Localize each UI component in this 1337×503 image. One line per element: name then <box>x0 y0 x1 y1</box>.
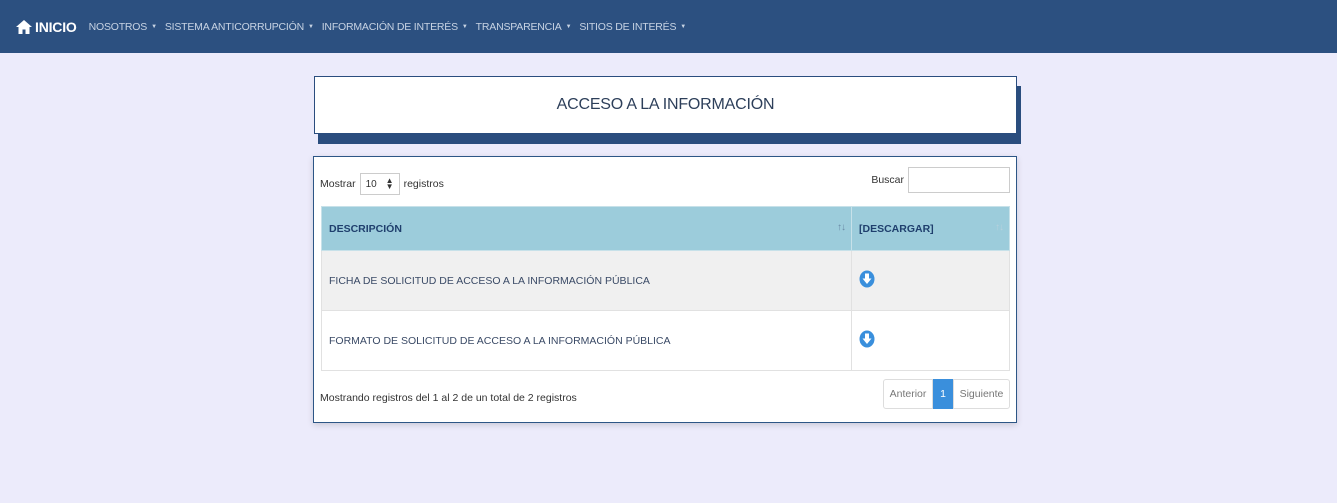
nav-item-sistema-anticorrupcion[interactable]: SISTEMA ANTICORRUPCIÓN ▼ <box>165 21 314 33</box>
nav-item-informacion-de-interes[interactable]: INFORMACIÓN DE INTERÉS ▼ <box>322 21 468 33</box>
table-row: FORMATO DE SOLICITUD DE ACCESO A LA INFO… <box>321 310 1010 371</box>
sort-icon: ↑↓ <box>837 222 846 233</box>
row-download-cell <box>851 250 1010 311</box>
nav-item-label: INFORMACIÓN DE INTERÉS <box>321 20 458 33</box>
page-length-control: Mostrar 10 ▲ ▼ registros <box>320 173 444 195</box>
nav-item-label: NOSOTROS <box>88 20 148 33</box>
pagination-page-1[interactable]: 1 <box>933 379 953 409</box>
datatable-panel: Mostrar 10 ▲ ▼ registros Buscar DESCRIPCI… <box>313 156 1017 423</box>
sort-icon: ↑↓ <box>995 222 1004 233</box>
search-input[interactable] <box>908 167 1010 193</box>
page-length-select[interactable]: 10 ▲ ▼ <box>359 173 400 195</box>
nav-home-label: INICIO <box>35 18 77 35</box>
documents-table: DESCRIPCIÓN ↑↓ [DESCARGAR] ↑↓ FICHA DE S… <box>321 206 1010 371</box>
caret-down-icon: ▼ <box>307 23 314 30</box>
nav-item-transparencia[interactable]: TRANSPARENCIA ▼ <box>476 21 572 33</box>
page-title-card: ACCESO A LA INFORMACIÓN <box>314 76 1022 144</box>
row-description: FICHA DE SOLICITUD DE ACCESO A LA INFORM… <box>321 250 852 311</box>
pagination-prev-button[interactable]: Anterior <box>883 379 933 409</box>
show-prefix-label: Mostrar <box>320 178 356 190</box>
column-header-label: DESCRIPCIÓN <box>329 222 402 235</box>
row-download-cell <box>851 310 1010 371</box>
nav-home-link[interactable]: INICIO <box>16 19 77 35</box>
column-header-descripcion[interactable]: DESCRIPCIÓN ↑↓ <box>321 206 852 251</box>
download-circle-icon[interactable] <box>859 330 875 348</box>
table-header-row: DESCRIPCIÓN ↑↓ [DESCARGAR] ↑↓ <box>321 206 1010 251</box>
row-description: FORMATO DE SOLICITUD DE ACCESO A LA INFO… <box>321 310 852 371</box>
column-header-descargar[interactable]: [DESCARGAR] ↑↓ <box>851 206 1010 251</box>
nav-item-sitios-de-interes[interactable]: SITIOS DE INTERÉS ▼ <box>579 21 686 33</box>
page-length-value: 10 <box>365 178 377 190</box>
pagination: Anterior 1 Siguiente <box>883 379 1010 409</box>
caret-down-icon: ▼ <box>461 23 468 30</box>
caret-down-icon: ▼ <box>680 23 687 30</box>
top-navbar: INICIO NOSOTROS ▼ SISTEMA ANTICORRUPCIÓN ▼… <box>0 0 1337 53</box>
home-icon <box>16 19 32 34</box>
show-suffix-label: registros <box>403 178 444 190</box>
column-header-label: [DESCARGAR] <box>859 222 934 235</box>
page-title: ACCESO A LA INFORMACIÓN <box>314 76 1017 134</box>
table-row: FICHA DE SOLICITUD DE ACCESO A LA INFORM… <box>321 250 1010 311</box>
nav-item-label: SITIOS DE INTERÉS <box>579 20 677 33</box>
search-label: Buscar <box>871 174 904 186</box>
pagination-next-button[interactable]: Siguiente <box>953 379 1010 409</box>
search-control: Buscar <box>871 167 1010 193</box>
table-info-text: Mostrando registros del 1 al 2 de un tot… <box>320 392 577 404</box>
nav-item-label: SISTEMA ANTICORRUPCIÓN <box>164 20 304 33</box>
select-updown-icon: ▲ ▼ <box>385 176 394 191</box>
download-circle-icon[interactable] <box>859 270 875 288</box>
caret-down-icon: ▼ <box>151 23 157 30</box>
nav-item-label: TRANSPARENCIA <box>475 20 562 33</box>
caret-down-icon: ▼ <box>565 23 572 30</box>
nav-item-nosotros[interactable]: NOSOTROS ▼ <box>89 21 157 33</box>
